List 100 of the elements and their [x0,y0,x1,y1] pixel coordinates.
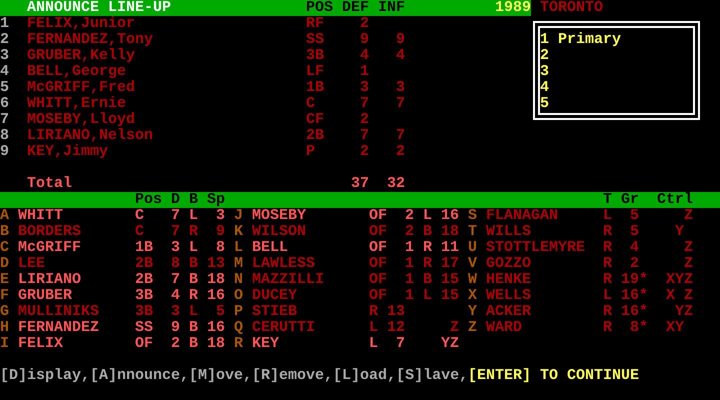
bats-value: B [189,320,198,336]
player-key: S [468,208,478,224]
infield-value: 7 [396,96,405,112]
player-name: MULLINIKS [18,304,100,320]
player-name: ACKER [486,304,532,320]
column-header: DEF [342,0,370,16]
column-header: POS [306,0,334,16]
bats-value: R [423,240,432,256]
position-text: OF [369,224,388,240]
defense-value: 2 [360,112,369,128]
position-text: CF [306,112,324,128]
grade-value: 2 [630,256,639,272]
defense-value: 1 [405,256,414,272]
batting-order-number: 5 [0,80,10,96]
infield-value: 2 [396,144,405,160]
player-name: FLANAGAN [486,208,558,224]
infield-value: 4 [396,48,405,64]
grade-value: 7 [396,336,405,352]
grade-value: 5 [630,208,639,224]
defense-value: 7 [171,224,180,240]
player-key: C [0,240,10,256]
column-header: Gr [621,192,640,208]
player-name: KEY [252,336,280,352]
speed-value: 16 [206,320,225,336]
defense-value: 3 [360,80,369,96]
player-name: WILLS [486,224,532,240]
column-header: Ctrl [657,192,694,208]
batting-order-number: 6 [0,96,10,112]
player-key: L [234,240,244,256]
player-name: BELL [252,240,288,256]
bats-value: B [423,224,432,240]
grade-mark: * [639,304,648,320]
slot-number[interactable]: 4 [540,80,558,96]
batting-order-number: 8 [0,128,10,144]
bats-value: B [189,256,198,272]
throws-value: R [603,224,612,240]
position-text: C [135,224,144,240]
player-name: McGRIFF [18,240,82,256]
speed-value: 17 [440,256,459,272]
player-name: LIRIANO,Nelson [27,128,154,144]
defense-value: 1 [405,288,414,304]
slot-name[interactable]: Primary [558,32,622,48]
defense-value: 9 [360,32,369,48]
defense-value: 7 [171,272,180,288]
player-name: MAZZILLI [252,272,324,288]
player-key: Z [468,320,478,336]
slot-number[interactable]: 1 [540,32,558,48]
player-name: MOSEBY,Lloyd [27,112,136,128]
position-text: 3B [135,304,154,320]
control-value: XY [666,320,686,336]
control-value: X Z [666,288,694,304]
position-text: OF [135,336,154,352]
speed-value: 13 [206,256,225,272]
batting-order-number: 7 [0,112,10,128]
infield-value: 3 [396,80,405,96]
speed-value: 9 [216,224,225,240]
player-key: W [468,272,478,288]
position-text: RF [306,16,324,32]
player-name: MOSEBY [252,208,306,224]
player-name: CERUTTI [252,320,316,336]
speed-value: 15 [440,272,459,288]
position-text: 2B [306,128,324,144]
player-name: HENKE [486,272,532,288]
player-name: GRUBER [18,288,72,304]
player-name: WELLS [486,288,532,304]
defense-value: 1 [405,272,414,288]
slot-number[interactable]: 5 [540,96,558,112]
player-key: A [0,208,10,224]
player-key: R [234,336,244,352]
speed-value: 16 [206,288,225,304]
position-text: 3B [135,288,154,304]
grade-value: 19 [620,272,639,288]
speed-value: 11 [440,240,459,256]
grade-value: 5 [630,224,639,240]
slot-number[interactable]: 3 [540,64,558,80]
position-text: 3B [306,48,324,64]
player-name: LEE [18,256,46,272]
speed-value: 3 [216,208,225,224]
throws-value: L [369,336,378,352]
position-text: SS [306,32,324,48]
control-value: Z [684,208,694,224]
player-name: WHITT [18,208,64,224]
defense-value: 7 [171,208,180,224]
defense-total: 37 [350,176,369,192]
command-menu-text: [D]isplay,[A]nnounce,[M]ove,[R]emove,[L]oad,[S]lave, [0,368,468,384]
defense-value: 3 [171,240,180,256]
player-key: M [234,256,244,272]
speed-value: 18 [206,336,225,352]
batting-order-number: 9 [0,144,10,160]
grade-value: 4 [630,240,639,256]
defense-value: 8 [171,256,180,272]
infield-total: 32 [386,176,405,192]
throws-value: L [603,288,612,304]
player-name: BELL,George [27,64,126,80]
slot-number[interactable]: 2 [540,48,558,64]
bats-value: B [189,336,198,352]
defense-value: 4 [171,288,180,304]
throws-value: R [369,304,378,320]
control-value: YZ [440,336,460,352]
column-header: INF [378,0,406,16]
